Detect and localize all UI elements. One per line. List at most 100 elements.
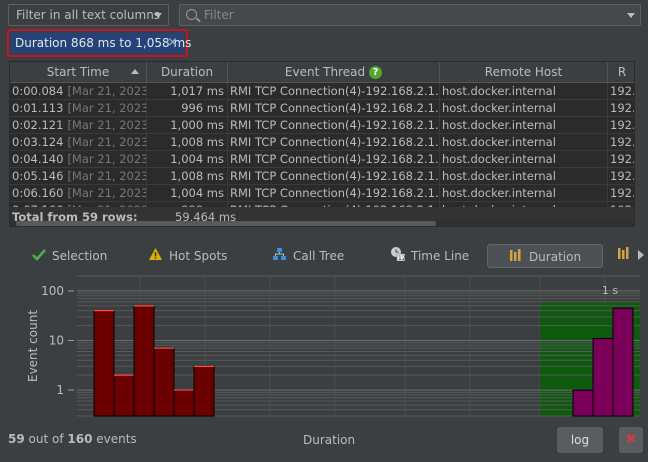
tab-label: Hot Spots — [169, 249, 228, 263]
tabs-scroll-right-icon[interactable] — [638, 244, 644, 268]
cell-start-time: 0:06.160[Mar 21, 2023, ... — [10, 185, 147, 201]
chevron-down-icon — [154, 13, 162, 18]
total-count: 160 — [67, 432, 93, 446]
active-filter-chip-highlight: Duration 868 ms to 1,058 ms × — [7, 29, 191, 57]
table-row[interactable]: 0:01.113[Mar 21, 2023, ...996 msRMI TCP … — [10, 100, 634, 117]
cell-r: 192.1 — [610, 101, 634, 115]
table-row[interactable]: 0:03.124[Mar 21, 2023, ...1,008 msRMI TC… — [10, 134, 634, 151]
histogram-bar — [153, 347, 175, 417]
duration-icon — [509, 246, 523, 270]
histogram-bar — [173, 389, 195, 417]
start-date-value: [Mar 21, 2023, ... — [67, 152, 146, 166]
tab-label: Call Tree — [293, 249, 345, 263]
svg-text:12: 12 — [398, 255, 405, 261]
filter-search-input[interactable]: Filter — [179, 4, 641, 26]
y-tick-label: 1 — [56, 383, 64, 397]
selected-count: 59 — [8, 432, 25, 446]
column-remote-host[interactable]: Remote Host — [440, 62, 608, 82]
view-tabs: Selection Hot Spots Call Tree 12 Time Lin… — [0, 240, 648, 270]
start-date-value: [Mar 21, 2023, ... — [67, 84, 146, 98]
cell-duration: 1,008 ms — [147, 134, 228, 150]
cell-remote-host: host.docker.internal — [440, 151, 608, 167]
column-event-thread[interactable]: Event Thread? — [228, 62, 440, 82]
cell-start-time: 0:02.121[Mar 21, 2023, ... — [10, 117, 147, 133]
cell-r: 192.1 — [610, 152, 634, 166]
scrollbar-thumb[interactable] — [16, 221, 436, 226]
cell-start-time: 0:03.124[Mar 21, 2023, ... — [10, 134, 147, 150]
cell-remote-host: host.docker.internal — [440, 83, 608, 99]
column-start-time[interactable]: Start Time — [10, 62, 147, 82]
count-separator: out of — [24, 432, 68, 446]
cell-event-thread: RMI TCP Connection(4)-192.168.2.1... — [230, 134, 440, 150]
duration-histogram: 100 10 1 Event count 1 s — [0, 272, 648, 422]
cell-remote-host: host.docker.internal — [440, 134, 608, 150]
table-total-row: Total from 59 rows: 59,464 ms — [10, 207, 634, 226]
active-filter-chip[interactable]: Duration 868 ms to 1,058 ms × — [11, 33, 191, 53]
close-icon[interactable]: × — [167, 35, 178, 50]
start-time-value: 0:03.124 — [12, 135, 64, 149]
histogram-bar-selected — [612, 307, 634, 417]
check-icon — [32, 245, 46, 269]
histogram-svg: 100 10 1 Event count 1 s — [26, 275, 640, 417]
table-row[interactable]: 0:06.160[Mar 21, 2023, ...1,004 msRMI TC… — [10, 185, 634, 202]
time-line-icon: 12 — [390, 245, 406, 269]
histogram-bar — [93, 310, 115, 417]
histogram-bar — [193, 365, 215, 417]
cell-event-thread: RMI TCP Connection(4)-192.168.2.1... — [230, 168, 440, 184]
cell-r: 192.1 — [610, 118, 634, 132]
table-row[interactable]: 0:04.140[Mar 21, 2023, ...1,004 msRMI TC… — [10, 151, 634, 168]
search-history-chevron-icon[interactable] — [627, 13, 635, 18]
filter-scope-combo[interactable]: Filter in all text columns — [8, 4, 169, 26]
tab-overflow-duration-icon[interactable] — [617, 244, 631, 268]
start-time-value: 0:00.084 — [12, 84, 64, 98]
cell-remote-host: host.docker.internal — [440, 100, 608, 116]
tab-time-line[interactable]: 12 Time Line — [390, 244, 469, 268]
cell-r: 192.1 — [610, 186, 634, 200]
cell-remote-host: host.docker.internal — [440, 185, 608, 201]
x-top-label: 1 s — [602, 284, 618, 297]
histogram-bar — [133, 305, 155, 417]
tab-call-tree[interactable]: Call Tree — [272, 244, 344, 268]
horizontal-scrollbar[interactable] — [10, 221, 634, 226]
filter-scope-label: Filter in all text columns — [16, 8, 161, 22]
cell-duration: 996 ms — [147, 100, 228, 116]
column-duration[interactable]: Duration — [147, 62, 228, 82]
warning-icon — [148, 245, 163, 269]
tab-label: Selection — [52, 249, 108, 263]
column-r[interactable]: R — [608, 62, 634, 82]
start-date-value: [Mar 21, 2023, ... — [67, 169, 146, 183]
count-suffix: events — [92, 432, 137, 446]
log-scale-button[interactable]: log — [557, 427, 603, 453]
start-time-value: 0:02.121 — [12, 118, 64, 132]
tab-hot-spots[interactable]: Hot Spots — [148, 244, 227, 268]
cell-event-thread: RMI TCP Connection(4)-192.168.2.1... — [230, 83, 440, 99]
y-axis-label: Event count — [26, 310, 40, 382]
cell-start-time: 0:00.084[Mar 21, 2023, ... — [10, 83, 147, 99]
start-time-value: 0:04.140 — [12, 152, 64, 166]
table-row[interactable]: 0:00.084[Mar 21, 2023, ...1,017 msRMI TC… — [10, 83, 634, 100]
duration-icon — [617, 247, 631, 263]
event-count-text: 59 out of 160 events — [8, 432, 137, 446]
column-label: Remote Host — [484, 65, 563, 79]
start-date-value: [Mar 21, 2023, ... — [67, 101, 146, 115]
start-date-value: [Mar 21, 2023, ... — [67, 186, 146, 200]
cell-duration: 1,017 ms — [147, 83, 228, 99]
cell-start-time: 0:01.113[Mar 21, 2023, ... — [10, 100, 147, 116]
footer-bar: 59 out of 160 events Duration log ✖ — [0, 424, 648, 462]
tab-label: Time Line — [411, 249, 470, 263]
start-time-value: 0:06.160 — [12, 186, 64, 200]
cell-event-thread: RMI TCP Connection(4)-192.168.2.1... — [230, 117, 440, 133]
start-time-value: 0:01.113 — [12, 101, 64, 115]
histogram-bar — [113, 374, 135, 417]
table-row[interactable]: 0:05.146[Mar 21, 2023, ...1,008 msRMI TC… — [10, 168, 634, 185]
tab-duration[interactable]: Duration — [487, 244, 603, 268]
help-icon[interactable]: ? — [369, 66, 383, 79]
clear-selection-icon[interactable]: ✖ — [619, 427, 643, 453]
column-label: R — [617, 65, 627, 79]
start-date-value: [Mar 21, 2023, ... — [67, 118, 146, 132]
cell-r: 192.1 — [610, 135, 634, 149]
histogram-bar-selected — [572, 389, 594, 417]
table-row[interactable]: 0:02.121[Mar 21, 2023, ...1,000 msRMI TC… — [10, 117, 634, 134]
tab-selection[interactable]: Selection — [32, 244, 107, 268]
cell-duration: 1,004 ms — [147, 151, 228, 167]
